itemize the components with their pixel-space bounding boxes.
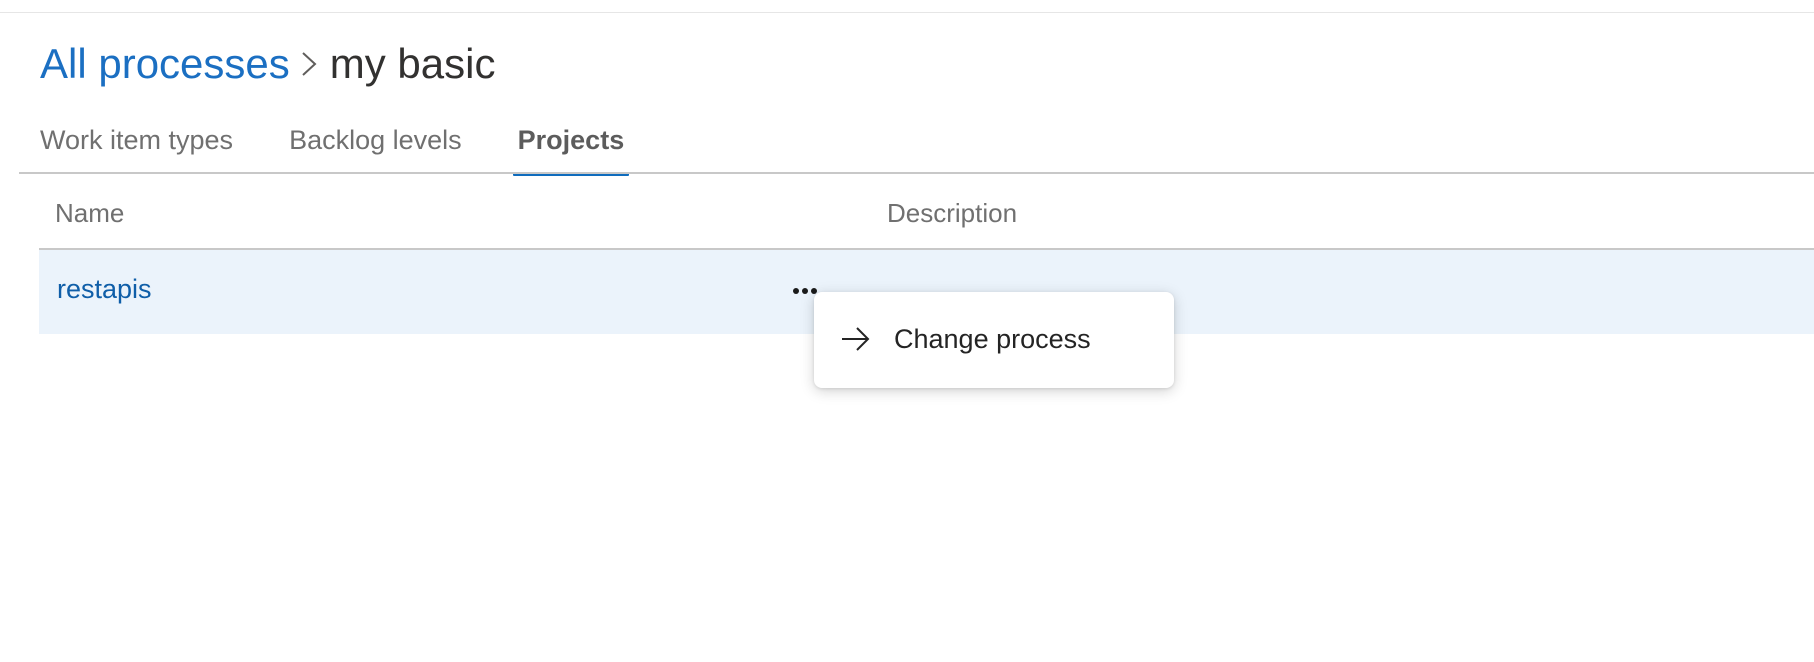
tab-work-item-types[interactable]: Work item types bbox=[40, 118, 233, 174]
table-header: Name Description bbox=[39, 190, 1814, 250]
project-name-link[interactable]: restapis bbox=[57, 274, 152, 305]
tab-bar: Work item types Backlog levels Projects bbox=[40, 118, 680, 176]
context-menu: Change process bbox=[814, 292, 1174, 388]
change-process-menu-item[interactable]: Change process bbox=[814, 304, 1174, 376]
breadcrumb: All processes my basic bbox=[40, 36, 495, 92]
top-divider bbox=[0, 12, 1814, 13]
chevron-right-icon bbox=[290, 36, 330, 92]
column-header-description[interactable]: Description bbox=[887, 198, 1017, 229]
change-process-label: Change process bbox=[894, 324, 1091, 354]
process-projects-page: All processes my basic Work item types B… bbox=[0, 0, 1814, 662]
tab-projects[interactable]: Projects bbox=[512, 118, 629, 176]
tab-backlog-levels[interactable]: Backlog levels bbox=[289, 118, 462, 174]
tabs-divider bbox=[19, 172, 1814, 174]
arrow-right-icon bbox=[838, 322, 872, 356]
breadcrumb-all-processes-link[interactable]: All processes bbox=[40, 36, 290, 92]
breadcrumb-current: my basic bbox=[329, 40, 496, 87]
column-header-name[interactable]: Name bbox=[55, 198, 124, 229]
